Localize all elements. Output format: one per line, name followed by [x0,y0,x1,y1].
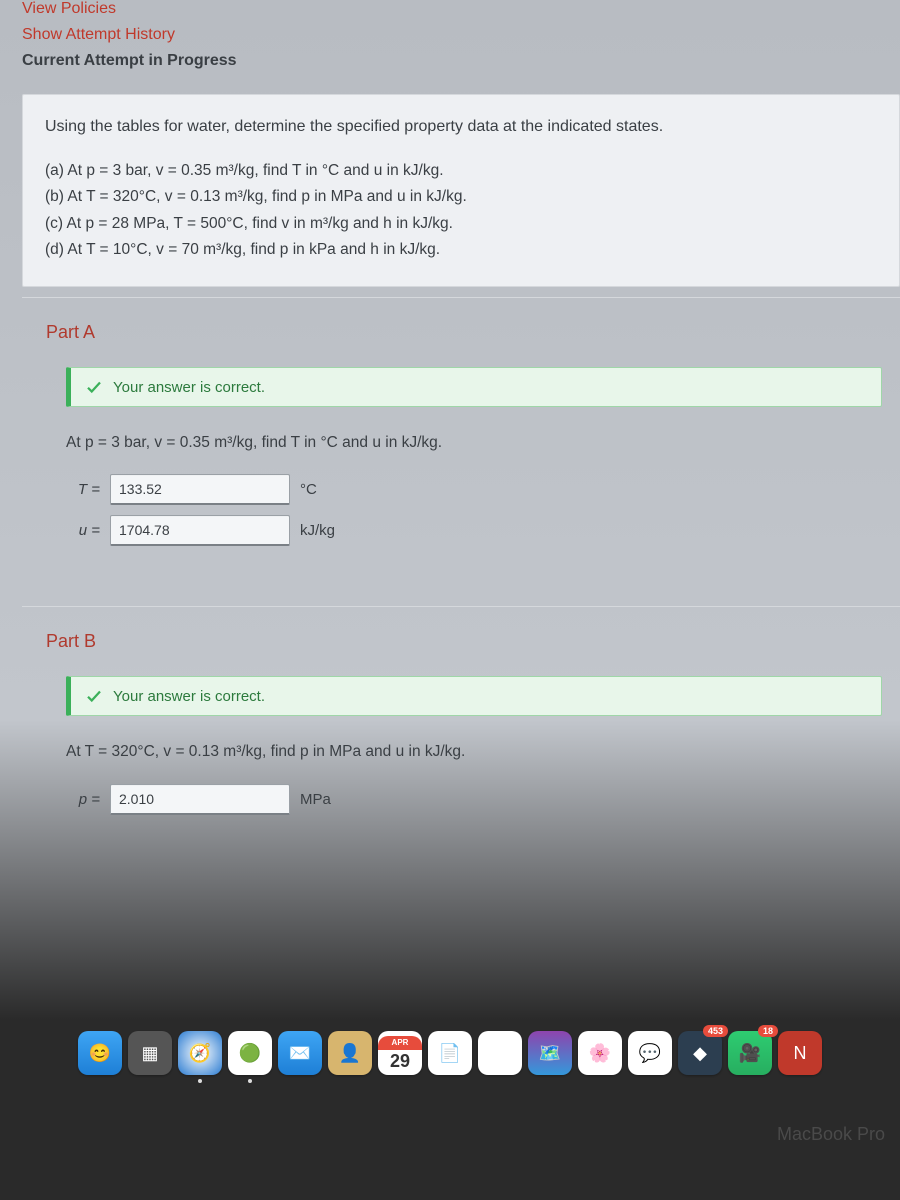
input-T[interactable] [110,474,290,505]
part-a-row-u: u = kJ/kg [66,515,882,546]
contacts-icon[interactable]: 👤 [328,1031,372,1075]
part-a-title[interactable]: Part A [46,322,882,343]
current-attempt-label: Current Attempt in Progress [22,52,880,70]
part-b-prompt: At T = 320°C, v = 0.13 m³/kg, find p in … [66,740,882,763]
part-b-feedback: Your answer is correct. [66,676,882,716]
app-red-icon[interactable]: N [778,1031,822,1075]
photos-icon[interactable]: 🌸 [578,1031,622,1075]
calendar-month: APR [378,1036,422,1050]
part-a-prompt: At p = 3 bar, v = 0.35 m³/kg, find T in … [66,431,882,454]
calendar-icon[interactable]: APR 29 [378,1031,422,1075]
unit-p: MPa [300,791,331,808]
macos-dock: 😊 ▦ 🧭 🟢 ✉️ 👤 APR 29 📄 ☰ 🗺️ 🌸 💬 ◆453 🎥18 … [0,1013,900,1075]
notes-icon[interactable]: 📄 [428,1031,472,1075]
calendar-day: 29 [390,1050,410,1070]
badge-facetime: 18 [758,1025,778,1037]
maps-icon[interactable]: 🗺️ [528,1031,572,1075]
part-b-block: Part B Your answer is correct. At T = 32… [22,606,900,864]
messages-icon[interactable]: 💬 [628,1031,672,1075]
reminders-icon[interactable]: ☰ [478,1031,522,1075]
part-a-block: Part A Your answer is correct. At p = 3 … [22,297,900,596]
show-attempt-link[interactable]: Show Attempt History [22,26,880,44]
part-b-row-p: p = MPa [66,784,882,815]
part-a-feedback: Your answer is correct. [66,367,882,407]
launchpad-icon[interactable]: ▦ [128,1031,172,1075]
input-u[interactable] [110,515,290,546]
var-label-u: u = [66,522,100,539]
check-icon [85,687,103,705]
unit-T: °C [300,481,317,498]
badge-inkscape: 453 [703,1025,728,1037]
chrome-icon[interactable]: 🟢 [228,1031,272,1075]
question-panel: Using the tables for water, determine th… [22,94,900,287]
unit-u: kJ/kg [300,522,335,539]
check-icon [85,378,103,396]
view-policies-link[interactable]: View Policies [22,0,880,18]
question-line-a: (a) At p = 3 bar, v = 0.35 m³/kg, find T… [45,159,877,182]
feedback-text: Your answer is correct. [113,379,265,396]
mail-icon[interactable]: ✉️ [278,1031,322,1075]
var-label-p: p = [66,791,100,808]
macbook-label: MacBook Pro [777,1124,885,1145]
question-intro: Using the tables for water, determine th… [45,115,877,139]
feedback-text: Your answer is correct. [113,688,265,705]
input-p[interactable] [110,784,290,815]
inkscape-icon[interactable]: ◆453 [678,1031,722,1075]
finder-icon[interactable]: 😊 [78,1031,122,1075]
part-b-title[interactable]: Part B [46,631,882,652]
facetime-icon[interactable]: 🎥18 [728,1031,772,1075]
question-line-b: (b) At T = 320°C, v = 0.13 m³/kg, find p… [45,185,877,208]
question-line-d: (d) At T = 10°C, v = 70 m³/kg, find p in… [45,238,877,261]
question-line-c: (c) At p = 28 MPa, T = 500°C, find v in … [45,212,877,235]
var-label-T: T = [66,481,100,498]
safari-icon[interactable]: 🧭 [178,1031,222,1075]
part-a-row-T: T = °C [66,474,882,505]
